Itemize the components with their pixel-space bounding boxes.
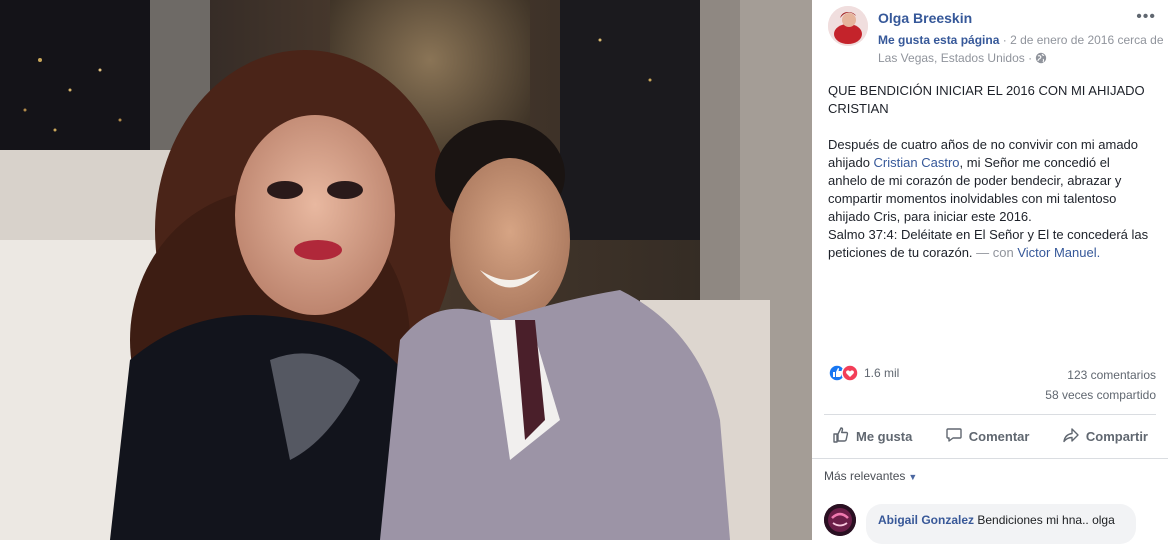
comment-bubble: Abigail Gonzalez Bendiciones mi hna.. ol… [866, 504, 1136, 544]
comment-item: Abigail Gonzalez Bendiciones mi hna.. ol… [824, 502, 1156, 544]
comment-button[interactable]: Comentar [937, 416, 1038, 456]
reactions-bar: 1.6 mil 123 comentarios 58 veces compart… [828, 364, 1156, 406]
commenter-avatar[interactable] [824, 504, 856, 536]
thumbs-up-icon [832, 426, 850, 447]
with-prefix: — con [976, 245, 1018, 260]
comment-text: Bendiciones mi hna.. olga [974, 513, 1115, 527]
page-name-link[interactable]: Olga Breeskin [878, 10, 972, 26]
post-photo[interactable] [0, 0, 812, 540]
page-avatar[interactable] [828, 6, 868, 46]
like-button[interactable]: Me gusta [824, 416, 920, 456]
sort-label: Más relevantes [824, 469, 906, 483]
like-button-label: Me gusta [856, 428, 913, 444]
post-meta: Me gusta esta página · 2 de enero de 201… [878, 31, 1166, 69]
post-panel: Olga Breeskin Me gusta esta página · 2 d… [812, 0, 1168, 544]
post-text: QUE BENDICIÓN INICIAR EL 2016 CON MI AHI… [828, 82, 1150, 280]
meta-separator-2: · [1028, 51, 1033, 65]
avatar-image [828, 6, 868, 46]
shares-count-link[interactable]: 58 veces compartido [1045, 388, 1156, 402]
chevron-down-icon: ▼ [908, 472, 918, 482]
post-headline: QUE BENDICIÓN INICIAR EL 2016 CON MI AHI… [828, 83, 1145, 116]
comment-button-label: Comentar [968, 428, 1030, 444]
reaction-count[interactable]: 1.6 mil [864, 366, 899, 380]
with-person-link[interactable]: Victor Manuel. [1017, 245, 1100, 260]
globe-icon [1035, 51, 1047, 69]
comments-count-link[interactable]: 123 comentarios [1067, 368, 1156, 382]
share-button-label: Compartir [1085, 428, 1148, 444]
post-header: Olga Breeskin Me gusta esta página · 2 d… [828, 6, 1164, 66]
more-options-button[interactable]: ••• [1136, 8, 1156, 26]
action-bar: Me gusta Comentar Compartir [824, 416, 1156, 456]
comment-sort-dropdown[interactable]: Más relevantes ▼ [824, 469, 917, 483]
commenter-avatar-image [824, 504, 856, 536]
divider-2 [812, 458, 1168, 459]
share-button[interactable]: Compartir [1054, 416, 1156, 456]
love-reaction-icon [841, 364, 859, 382]
post-body: Después de cuatro años de no convivir co… [828, 136, 1150, 262]
reaction-icons[interactable] [828, 364, 862, 382]
like-page-link[interactable]: Me gusta esta página [878, 33, 999, 47]
divider [824, 414, 1156, 415]
comment-icon [945, 426, 963, 447]
comment-author-link[interactable]: Abigail Gonzalez [878, 513, 974, 527]
meta-separator: · [1002, 33, 1007, 47]
share-icon [1062, 426, 1080, 447]
tagged-person-link[interactable]: Cristian Castro [874, 155, 960, 170]
photo-image [0, 0, 812, 540]
